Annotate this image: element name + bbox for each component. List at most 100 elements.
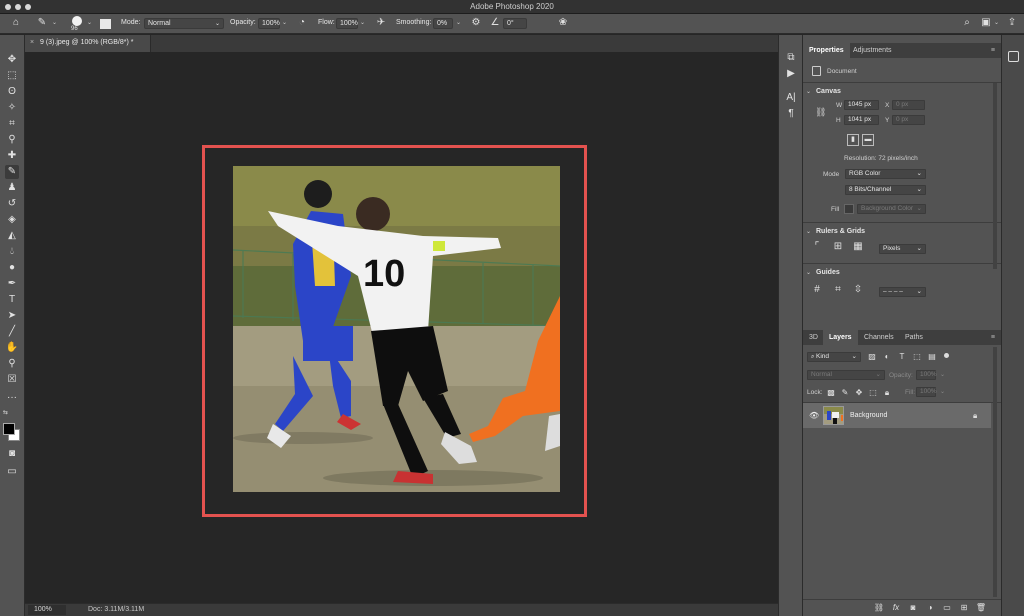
filter-kind-dropdown[interactable]: ⌕ Kind ⌄ <box>807 352 861 362</box>
properties-scrollbar[interactable] <box>993 83 997 269</box>
panel-menu-icon[interactable]: ≡ <box>991 334 995 341</box>
foreground-color-swatch[interactable] <box>3 423 15 435</box>
pressure-opacity-icon[interactable]: ◔ <box>296 18 308 28</box>
home-icon[interactable]: ⌂ <box>10 18 22 28</box>
guides-header[interactable]: Guides <box>816 269 840 276</box>
swap-colors-icon[interactable]: ⇆ <box>3 409 8 416</box>
layer-name[interactable]: Background <box>850 412 887 419</box>
search-icon[interactable]: ⌕ <box>961 18 973 28</box>
tab-channels[interactable]: Channels <box>858 330 900 345</box>
layer-row-background[interactable]: 👁︎ Background 🔒︎ <box>803 403 991 428</box>
blend-mode-dropdown[interactable]: Normal ⌄ <box>807 370 885 380</box>
chevron-down-icon[interactable]: ⌄ <box>282 19 287 26</box>
smart-guides-icon[interactable]: ⇳ <box>852 285 864 295</box>
adjustment-filter-icon[interactable]: ◐ <box>882 352 892 362</box>
lock-all-icon[interactable]: 🔒︎ <box>882 388 892 398</box>
document-tab[interactable]: × 9 (3).jpeg @ 100% (RGB/8*) * <box>25 35 151 52</box>
paragraph-panel-icon[interactable]: ¶ <box>784 107 798 121</box>
height-field[interactable]: 1041 px <box>844 115 879 125</box>
actions-play-icon[interactable]: ▶ <box>784 67 798 81</box>
crop-tool-icon[interactable]: ⌗ <box>5 117 19 131</box>
document-size[interactable]: Doc: 3.11M/3.11M <box>88 606 144 613</box>
layer-fill-field[interactable]: 100% <box>916 387 937 397</box>
workspace-icon[interactable]: ▣ <box>980 18 992 28</box>
lasso-tool-icon[interactable]: ʘ <box>5 85 19 99</box>
zoom-tool-icon[interactable]: ⚲ <box>5 357 19 371</box>
chevron-down-icon[interactable]: ⌄ <box>52 19 57 26</box>
canvas-section-header[interactable]: Canvas <box>816 88 841 95</box>
pixel-grid-icon[interactable]: ▦ <box>852 242 864 252</box>
lock-pixels-icon[interactable]: ✎ <box>840 388 850 398</box>
link-icon[interactable]: ⛓ <box>815 107 826 118</box>
guide-style-dropdown[interactable]: – – – – ⌄ <box>879 287 926 297</box>
move-tool-icon[interactable]: ✥ <box>5 53 19 67</box>
ruler-icon[interactable]: ⌜ <box>811 242 823 252</box>
tab-layers[interactable]: Layers <box>823 330 858 345</box>
blur-tool-icon[interactable]: 💧︎ <box>5 245 19 259</box>
lock-guides-icon[interactable]: ⌗ <box>832 285 844 295</box>
brush-tool-icon[interactable]: ✎ <box>5 165 19 179</box>
grid-icon[interactable]: ⊞ <box>832 242 844 252</box>
shape-filter-icon[interactable]: ⬚ <box>912 352 922 362</box>
lock-artboard-icon[interactable]: ⬚ <box>868 388 878 398</box>
flow-field[interactable]: 100% <box>336 18 358 29</box>
eraser-tool-icon[interactable]: ◈ <box>5 213 19 227</box>
width-field[interactable]: 1045 px <box>844 100 879 110</box>
type-tool-icon[interactable]: T <box>5 293 19 307</box>
magic-wand-icon[interactable]: ✧ <box>5 101 19 115</box>
tab-properties[interactable]: Properties <box>803 43 850 58</box>
chevron-down-icon[interactable]: ⌄ <box>806 228 811 235</box>
chevron-down-icon[interactable]: ⌄ <box>87 19 92 26</box>
hand-tool-icon[interactable]: ✋ <box>5 341 19 355</box>
brush-settings-icon[interactable] <box>100 19 111 29</box>
filter-toggle-icon[interactable] <box>944 353 949 358</box>
brush-preview-icon[interactable] <box>72 16 82 26</box>
link-layers-icon[interactable]: ⛓ <box>873 603 885 613</box>
pen-tool-icon[interactable]: ✒ <box>5 277 19 291</box>
chevron-down-icon[interactable]: ⌄ <box>940 371 945 378</box>
layer-opacity-field[interactable]: 100% <box>916 370 937 380</box>
tab-adjustments[interactable]: Adjustments <box>847 43 898 58</box>
path-selection-icon[interactable]: ➤ <box>5 309 19 323</box>
line-tool-icon[interactable]: ╱ <box>5 325 19 339</box>
y-field[interactable]: 0 px <box>892 115 925 125</box>
chevron-down-icon[interactable]: ⌄ <box>806 88 811 95</box>
visibility-eye-icon[interactable]: 👁︎ <box>809 411 819 420</box>
marquee-tool-icon[interactable]: ⬚ <box>5 69 19 83</box>
tab-3d[interactable]: 3D <box>803 330 824 345</box>
x-field[interactable]: 0 px <box>892 100 925 110</box>
trash-icon[interactable]: 🗑︎ <box>975 603 987 613</box>
chevron-down-icon[interactable]: ⌄ <box>806 269 811 276</box>
zoom-level-field[interactable]: 100% <box>28 605 66 615</box>
history-brush-icon[interactable]: ↺ <box>5 197 19 211</box>
guides-icon[interactable]: # <box>811 285 823 295</box>
frame-tool-icon[interactable]: ☒ <box>5 373 19 387</box>
gradient-tool-icon[interactable]: ◭ <box>5 229 19 243</box>
add-mask-icon[interactable]: ◙ <box>907 603 919 613</box>
rulers-grids-header[interactable]: Rulers & Grids <box>816 228 865 235</box>
lock-position-icon[interactable]: ✥ <box>854 388 864 398</box>
ruler-units-dropdown[interactable]: Pixels ⌄ <box>879 244 926 254</box>
symmetry-icon[interactable]: ❀ <box>557 18 569 28</box>
healing-brush-icon[interactable]: ✚ <box>5 149 19 163</box>
smoothing-field[interactable]: 0% <box>433 18 453 29</box>
portrait-orientation-icon[interactable]: ▮ <box>847 134 859 146</box>
close-icon[interactable]: × <box>30 39 34 46</box>
quick-mask-icon[interactable]: ◙ <box>5 447 19 461</box>
panel-menu-icon[interactable]: ≡ <box>991 47 995 54</box>
fill-dropdown[interactable]: Background Color ⌄ <box>857 204 926 214</box>
lock-transparent-icon[interactable]: ▩ <box>826 388 836 398</box>
color-mode-dropdown[interactable]: RGB Color ⌄ <box>845 169 926 179</box>
share-icon[interactable]: ⇪ <box>1006 18 1018 28</box>
mode-dropdown[interactable]: Normal ⌄ <box>144 18 224 29</box>
new-group-icon[interactable]: ▭ <box>941 603 953 613</box>
screen-mode-icon[interactable]: ▭ <box>5 465 19 479</box>
type-filter-icon[interactable]: T <box>897 352 907 362</box>
libraries-icon[interactable] <box>1008 51 1019 62</box>
tab-paths[interactable]: Paths <box>899 330 929 345</box>
fill-swatch[interactable] <box>844 204 854 214</box>
airbrush-icon[interactable]: ✈ <box>374 18 388 28</box>
dodge-tool-icon[interactable]: ● <box>5 261 19 275</box>
landscape-orientation-icon[interactable]: ▬ <box>862 134 874 146</box>
angle-field[interactable]: 0° <box>503 18 527 29</box>
